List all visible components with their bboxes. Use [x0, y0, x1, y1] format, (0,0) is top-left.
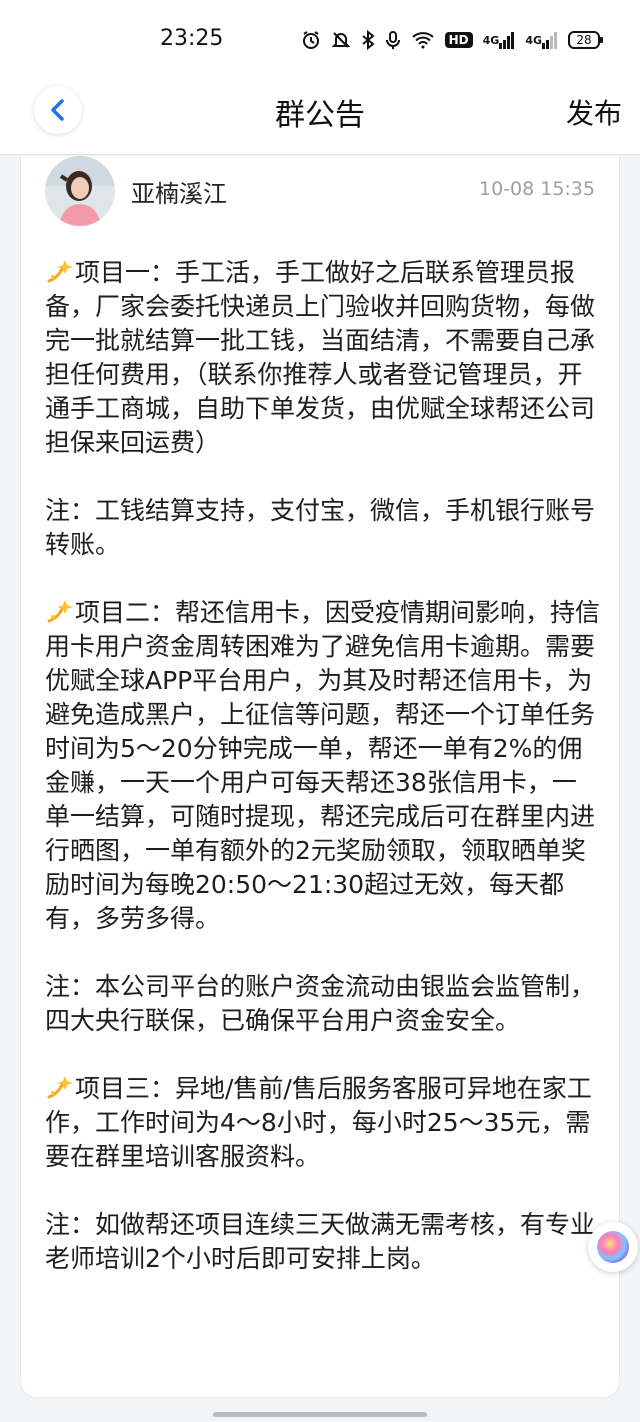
hd-icon: HD [444, 32, 473, 48]
paragraph-project-1: 项目一：手工活，手工做好之后联系管理员报备，厂家会委托快递员上门验收并回购货物，… [45, 256, 601, 460]
status-time: 23:25 [160, 26, 224, 51]
floating-assistant-button[interactable] [588, 1222, 638, 1272]
mic-icon [385, 30, 401, 50]
paragraph-text: 项目二：帮还信用卡，因受疫情期间影响，持信用卡用户资金周转困难为了避免信用卡逾期… [45, 598, 601, 933]
mute-icon [331, 30, 351, 50]
battery-level: 28 [576, 33, 592, 47]
home-indicator[interactable] [213, 1412, 427, 1417]
paragraph-project-2: 项目二：帮还信用卡，因受疫情期间影响，持信用卡用户资金周转困难为了避免信用卡逾期… [45, 596, 601, 936]
battery-icon: 28 [568, 31, 603, 49]
network-type-1: 4G [482, 33, 500, 47]
avatar[interactable] [45, 156, 115, 226]
paragraph-text: 注：本公司平台的账户资金流动由银监会监管制，四大央行联保，已确保平台用户资金安全… [45, 972, 596, 1035]
paragraph-text: 注：如做帮还项目连续三天做满无需考核，有专业老师培训2个小时后即可安排上岗。 [45, 1210, 596, 1273]
signal-icon-2: 4G [525, 31, 558, 49]
page-title: 群公告 [275, 98, 365, 133]
alarm-icon [301, 30, 321, 50]
sparkle-icon [47, 1076, 73, 1099]
paragraph-note-3: 注：如做帮还项目连续三天做满无需考核，有专业老师培训2个小时后即可安排上岗。 [45, 1208, 601, 1276]
paragraph-text: 项目三：异地/售前/售后服务客服可异地在家工作，工作时间为4～8小时，每小时25… [45, 1074, 592, 1171]
nav-bar: 群公告 发布 [0, 80, 640, 155]
author-name: 亚楠溪江 [131, 180, 227, 208]
status-icons: HD 4G 4G 28 [301, 28, 603, 52]
status-bar: 23:25 HD 4G 4G 28 [0, 0, 640, 80]
paragraph-text: 项目一：手工活，手工做好之后联系管理员报备，厂家会委托快递员上门验收并回购货物，… [45, 258, 596, 457]
paragraph-note-2: 注：本公司平台的账户资金流动由银监会监管制，四大央行联保，已确保平台用户资金安全… [45, 970, 601, 1038]
announcement-content: 项目一：手工活，手工做好之后联系管理员报备，厂家会委托快递员上门验收并回购货物，… [45, 256, 601, 1276]
network-type-2: 4G [525, 33, 542, 47]
sparkle-icon [47, 260, 73, 283]
announcement-card: 亚楠溪江 10-08 15:35 项目一：手工活，手工做好之后联系管理员报备，厂… [20, 156, 620, 1398]
paragraph-text: 注：工钱结算支持，支付宝，微信，手机银行账号转账。 [45, 496, 596, 559]
paragraph-note-1: 注：工钱结算支持，支付宝，微信，手机银行账号转账。 [45, 494, 601, 562]
bluetooth-icon [361, 30, 375, 50]
paragraph-project-3: 项目三：异地/售前/售后服务客服可异地在家工作，工作时间为4～8小时，每小时25… [45, 1072, 601, 1174]
wifi-icon [411, 31, 435, 49]
signal-icon: 4G [483, 31, 516, 49]
publish-button[interactable]: 发布 [566, 92, 622, 132]
assistant-orb-icon [597, 1231, 629, 1263]
sparkle-icon [47, 600, 73, 623]
post-time: 10-08 15:35 [478, 178, 595, 200]
